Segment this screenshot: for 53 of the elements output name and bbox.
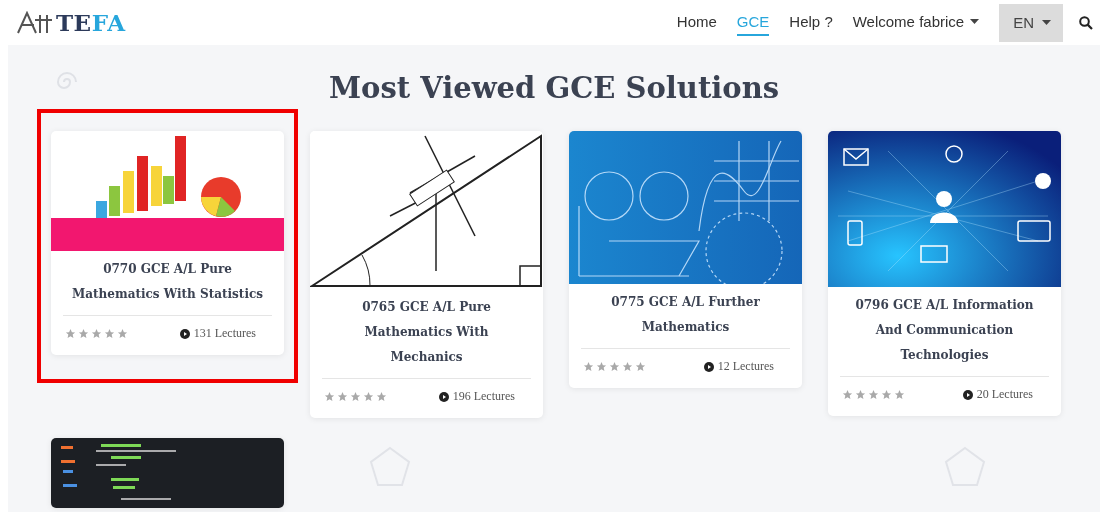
star-icon xyxy=(635,361,646,372)
bar xyxy=(151,166,162,206)
bar xyxy=(123,171,134,213)
star-icon xyxy=(350,391,361,402)
star-icon xyxy=(78,328,89,339)
course-title: 0770 GCE A/L Pure Mathematics With Statistics xyxy=(70,261,265,303)
course-card[interactable]: 0775 GCE A/L Further Mathematics 12 Lectures xyxy=(569,131,802,388)
star-icon xyxy=(855,389,866,400)
star-icon xyxy=(117,328,128,339)
caret-icon xyxy=(970,19,980,24)
star-icon xyxy=(596,361,607,372)
star-icon xyxy=(842,389,853,400)
star-icon xyxy=(337,391,348,402)
section-title: Most Viewed GCE Solutions xyxy=(328,71,780,105)
search-button[interactable] xyxy=(1077,13,1095,32)
pie-drawing xyxy=(201,177,241,217)
logo-text: TEFA xyxy=(56,9,126,36)
bar xyxy=(109,186,120,216)
play-icon xyxy=(703,361,714,372)
nav-link[interactable]: Help ? xyxy=(789,9,833,36)
search-icon xyxy=(1079,15,1093,30)
lecture-count: 12 Lectures xyxy=(703,359,774,374)
course-card[interactable]: 0765 GCE A/L Pure Mathematics With Mechanics 196 Lectures xyxy=(310,131,543,418)
lecture-count: 20 Lectures xyxy=(962,387,1033,402)
user-menu[interactable]: Welcome fabrice xyxy=(852,9,980,36)
course-title: 0775 GCE A/L Further Mathematics xyxy=(610,294,761,336)
lecture-count: 196 Lectures xyxy=(438,389,515,404)
lecture-count: 131 Lectures xyxy=(179,326,256,341)
bar xyxy=(137,156,148,211)
star-icon xyxy=(868,389,879,400)
star-icon xyxy=(363,391,374,402)
course-card[interactable]: 0796 GCE A/L Information And Communication Technologies 20 Lectures xyxy=(828,131,1061,416)
nav-link[interactable]: Home xyxy=(676,9,717,36)
course-title: 0765 GCE A/L Pure Mathematics With Mechanics xyxy=(361,299,492,366)
star-icon xyxy=(91,328,102,339)
play-icon xyxy=(179,328,190,339)
course-title: 0796 GCE A/L Information And Communication Technologies xyxy=(854,297,1035,364)
play-icon xyxy=(438,391,449,402)
bar xyxy=(96,201,107,219)
star-icon xyxy=(376,391,387,402)
star-icon xyxy=(622,361,633,372)
star-icon xyxy=(583,361,594,372)
caret-icon xyxy=(1042,20,1051,25)
course-card[interactable]: 0770 GCE A/L Pure Mathematics With Statistics 131 Lectures xyxy=(51,131,284,355)
logo-icon xyxy=(16,10,52,35)
star-icon xyxy=(609,361,620,372)
star-icon xyxy=(894,389,905,400)
star-icon xyxy=(324,391,335,402)
star-icon xyxy=(65,328,76,339)
play-icon xyxy=(962,389,973,400)
star-icon xyxy=(104,328,115,339)
language-dropdown[interactable]: EN xyxy=(999,3,1063,42)
star-icon xyxy=(881,389,892,400)
